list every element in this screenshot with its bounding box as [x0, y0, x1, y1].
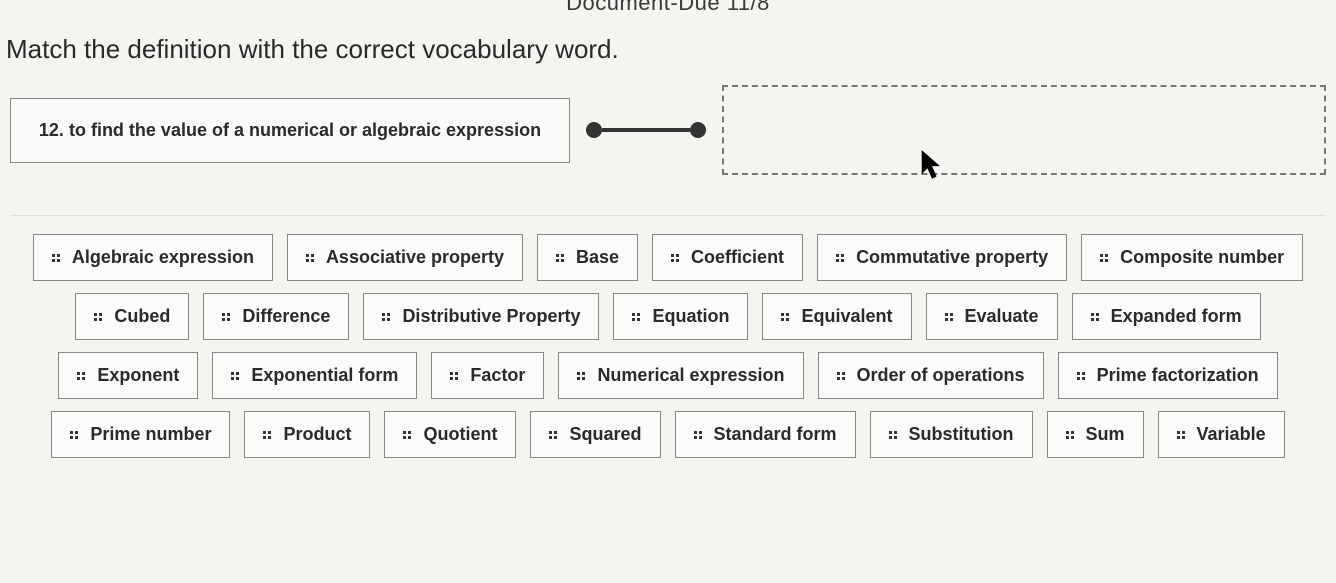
grip-icon [632, 313, 640, 321]
grip-icon [1066, 431, 1074, 439]
word-tile-label: Substitution [909, 424, 1014, 445]
partial-header: Document-Due 11/8 [0, 0, 1336, 16]
word-tile[interactable]: Evaluate [926, 293, 1058, 340]
word-tile-label: Cubed [114, 306, 170, 327]
word-tile[interactable]: Standard form [675, 411, 856, 458]
grip-icon [450, 372, 458, 380]
grip-icon [231, 372, 239, 380]
grip-icon [549, 431, 557, 439]
word-tile-label: Composite number [1120, 247, 1284, 268]
connector [586, 122, 706, 138]
word-tile[interactable]: Base [537, 234, 638, 281]
word-tile[interactable]: Exponential form [212, 352, 417, 399]
word-tile[interactable]: Difference [203, 293, 349, 340]
word-tile[interactable]: Prime number [51, 411, 230, 458]
word-tile[interactable]: Factor [431, 352, 544, 399]
grip-icon [836, 254, 844, 262]
word-tile[interactable]: Equation [613, 293, 748, 340]
word-tile-label: Quotient [423, 424, 497, 445]
question-text: to find the value of a numerical or alge… [69, 120, 541, 140]
word-bank: Algebraic expression Associative property… [10, 215, 1326, 470]
word-tile[interactable]: Squared [530, 411, 660, 458]
word-tile-label: Factor [470, 365, 525, 386]
word-tile-label: Exponential form [251, 365, 398, 386]
grip-icon [306, 254, 314, 262]
word-tile-label: Coefficient [691, 247, 784, 268]
grip-icon [52, 254, 60, 262]
word-tile-label: Base [576, 247, 619, 268]
connector-dot-left [586, 122, 602, 138]
question-number: 12. [39, 120, 64, 140]
word-tile[interactable]: Algebraic expression [33, 234, 273, 281]
word-tile-label: Expanded form [1111, 306, 1242, 327]
word-tile[interactable]: Composite number [1081, 234, 1303, 281]
word-tile[interactable]: Exponent [58, 352, 198, 399]
word-tile-label: Prime number [90, 424, 211, 445]
word-tile[interactable]: Cubed [75, 293, 189, 340]
word-tile-label: Equation [652, 306, 729, 327]
word-tile[interactable]: Prime factorization [1058, 352, 1278, 399]
grip-icon [945, 313, 953, 321]
word-tile[interactable]: Commutative property [817, 234, 1067, 281]
grip-icon [1077, 372, 1085, 380]
work-area: 12. to find the value of a numerical or … [0, 85, 1336, 470]
word-tile-label: Commutative property [856, 247, 1048, 268]
grip-icon [70, 431, 78, 439]
word-tile[interactable]: Expanded form [1072, 293, 1261, 340]
grip-icon [263, 431, 271, 439]
grip-icon [403, 431, 411, 439]
match-row: 12. to find the value of a numerical or … [10, 85, 1326, 175]
word-tile-label: Distributive Property [402, 306, 580, 327]
grip-icon [671, 254, 679, 262]
word-tile-label: Variable [1197, 424, 1266, 445]
grip-icon [837, 372, 845, 380]
word-tile-label: Numerical expression [597, 365, 784, 386]
word-tile-label: Order of operations [857, 365, 1025, 386]
word-tile-label: Evaluate [965, 306, 1039, 327]
connector-line [602, 128, 690, 132]
word-tile-label: Squared [569, 424, 641, 445]
grip-icon [382, 313, 390, 321]
grip-icon [1100, 254, 1108, 262]
grip-icon [1091, 313, 1099, 321]
word-tile[interactable]: Numerical expression [558, 352, 803, 399]
word-tile[interactable]: Associative property [287, 234, 523, 281]
word-tile-label: Equivalent [801, 306, 892, 327]
definition-card: 12. to find the value of a numerical or … [10, 98, 570, 163]
word-tile-label: Standard form [714, 424, 837, 445]
word-tile-label: Sum [1086, 424, 1125, 445]
grip-icon [77, 372, 85, 380]
word-tile-label: Product [283, 424, 351, 445]
word-tile-label: Prime factorization [1097, 365, 1259, 386]
grip-icon [889, 431, 897, 439]
word-tile-label: Difference [242, 306, 330, 327]
grip-icon [577, 372, 585, 380]
word-tile[interactable]: Substitution [870, 411, 1033, 458]
grip-icon [781, 313, 789, 321]
word-tile[interactable]: Equivalent [762, 293, 911, 340]
word-tile-label: Exponent [97, 365, 179, 386]
word-tile[interactable]: Quotient [384, 411, 516, 458]
word-tile[interactable]: Product [244, 411, 370, 458]
grip-icon [1177, 431, 1185, 439]
word-tile-label: Associative property [326, 247, 504, 268]
word-tile-label: Algebraic expression [72, 247, 254, 268]
word-tile[interactable]: Distributive Property [363, 293, 599, 340]
word-tile[interactable]: Coefficient [652, 234, 803, 281]
connector-dot-right [690, 122, 706, 138]
word-tile[interactable]: Sum [1047, 411, 1144, 458]
grip-icon [556, 254, 564, 262]
grip-icon [94, 313, 102, 321]
instruction-text: Match the definition with the correct vo… [0, 16, 1336, 85]
word-tile[interactable]: Variable [1158, 411, 1285, 458]
grip-icon [222, 313, 230, 321]
word-tile[interactable]: Order of operations [818, 352, 1044, 399]
answer-drop-zone[interactable] [722, 85, 1326, 175]
grip-icon [694, 431, 702, 439]
